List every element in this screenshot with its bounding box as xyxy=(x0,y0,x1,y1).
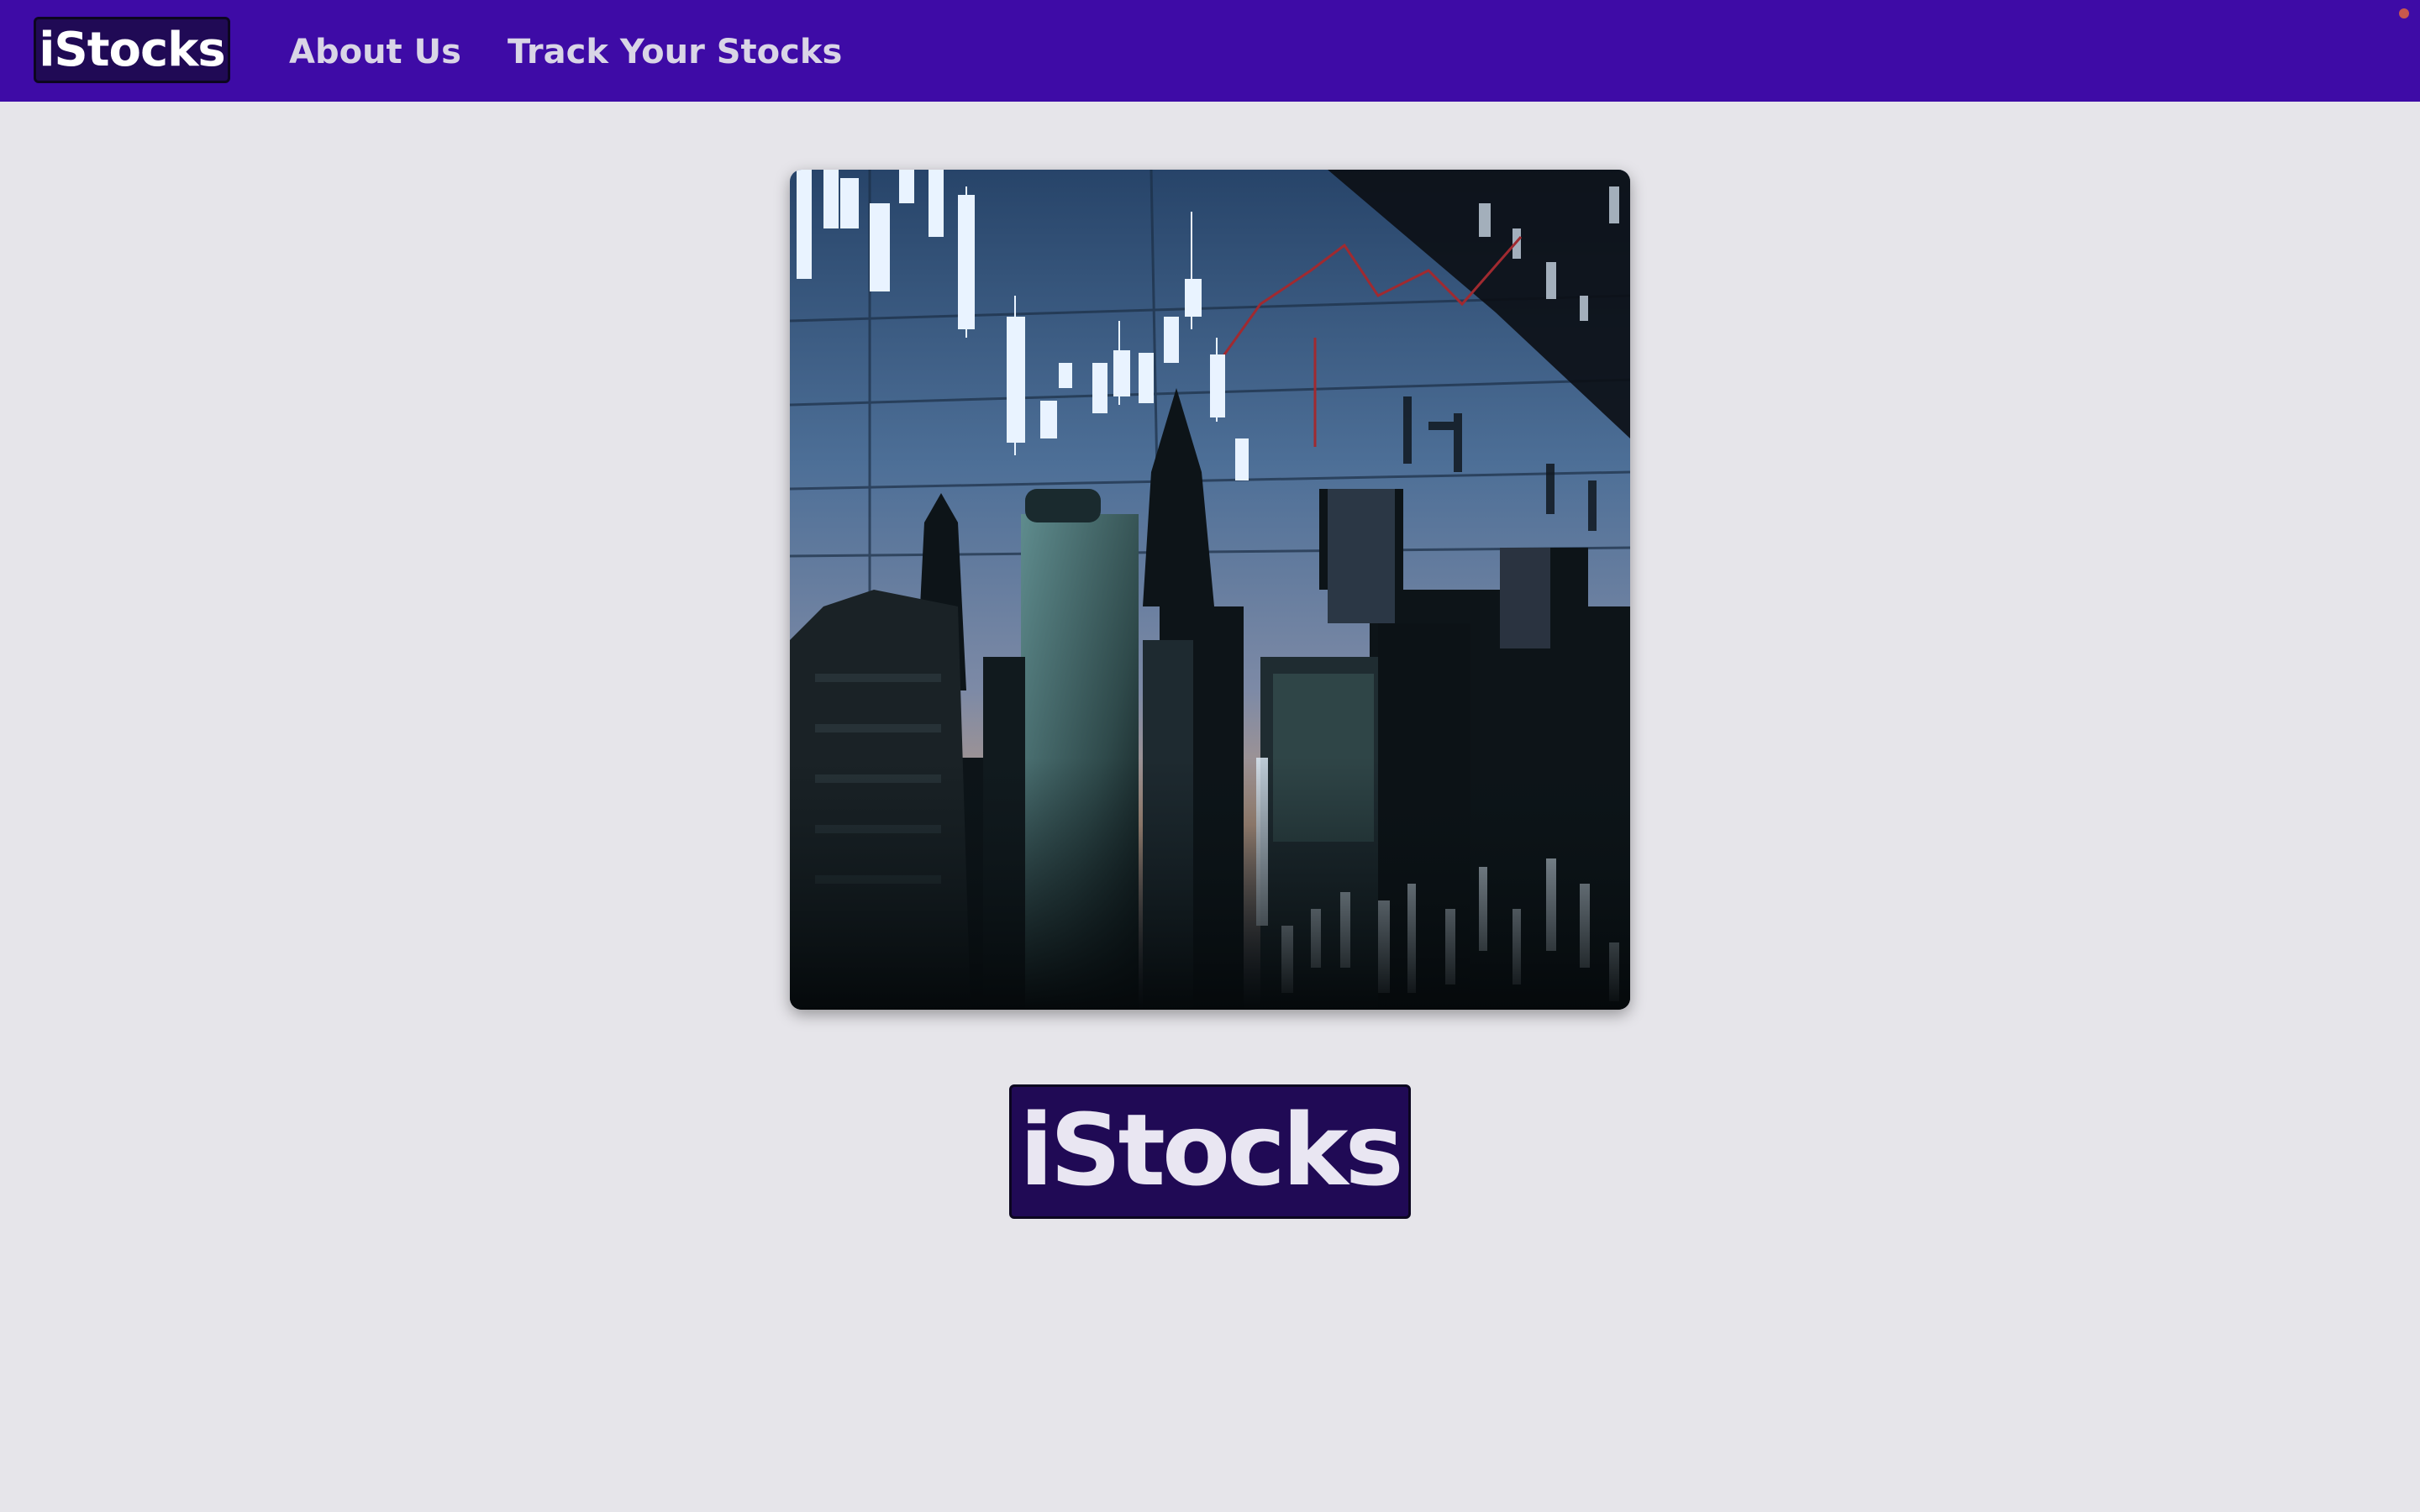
status-dot-icon xyxy=(2399,8,2409,18)
city-skyline-stock-chart-image xyxy=(790,170,1630,1010)
top-navbar: iStocks About Us Track Your Stocks xyxy=(0,0,2420,102)
brand-logo-link[interactable]: iStocks xyxy=(34,17,230,83)
nav-link-track-your-stocks[interactable]: Track Your Stocks xyxy=(508,29,842,76)
page-title: iStocks xyxy=(1009,1084,1411,1219)
nav-link-about-us[interactable]: About Us xyxy=(289,29,461,76)
hero-image xyxy=(790,170,1630,1010)
